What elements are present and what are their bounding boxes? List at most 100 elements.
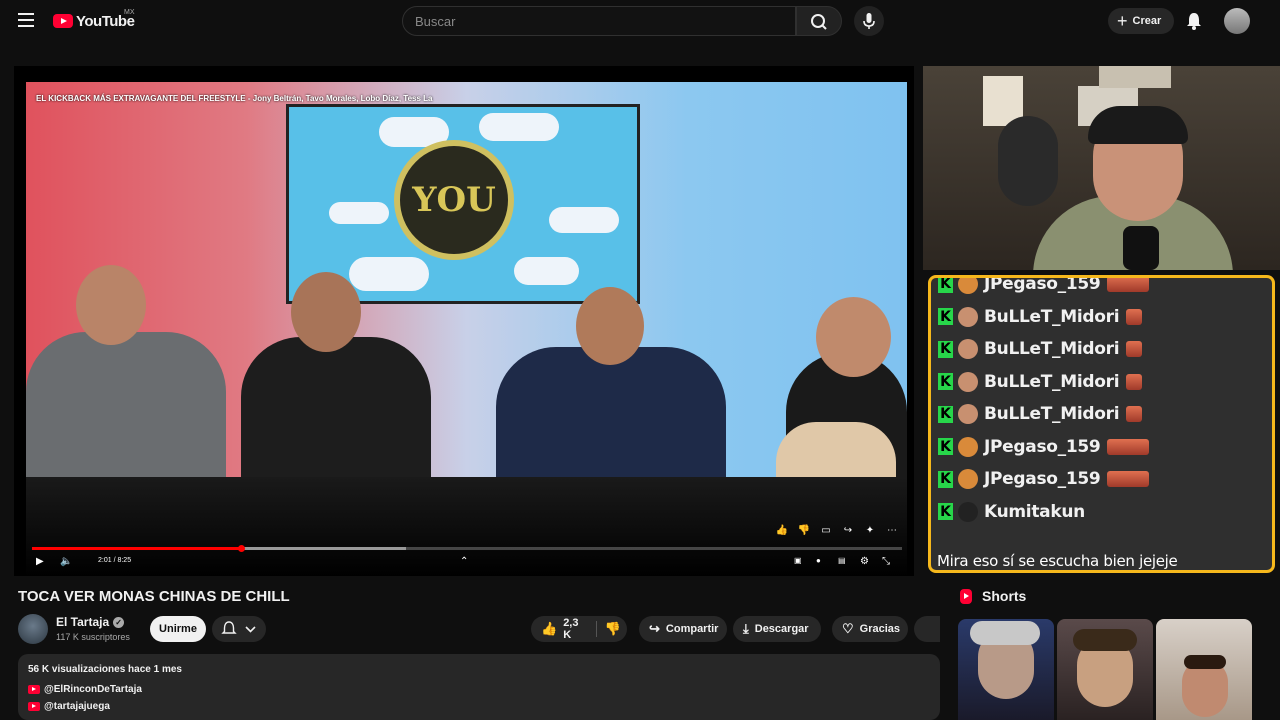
top-bar: YouTube MX + Crear <box>0 0 1280 42</box>
share-icon: ↪ <box>649 621 660 636</box>
youtube-logo[interactable]: YouTube MX <box>53 9 135 31</box>
progress-bar[interactable] <box>32 545 902 552</box>
youtube-icon <box>28 702 40 711</box>
view-count-and-date: 56 K visualizaciones hace 1 mes <box>28 664 182 675</box>
autoplay-icon[interactable]: ● <box>816 556 821 565</box>
chat-username: BuLLeT_Midori <box>984 371 1120 392</box>
bell-icon <box>1187 13 1201 30</box>
person-2 <box>241 337 431 497</box>
video-player[interactable]: YOU EL KICKBACK MÁS EXTRAVAGANTE DEL FRE… <box>14 66 914 576</box>
microphone-icon <box>863 13 875 29</box>
chat-user-avatar <box>958 469 978 489</box>
volume-icon[interactable]: 🔈 <box>60 556 72 567</box>
miniplayer-icon[interactable]: ▤ <box>838 556 846 565</box>
shorts-icon <box>960 588 972 604</box>
chat-row: K Kumitakun <box>938 500 1085 524</box>
person-3 <box>496 347 726 497</box>
time-display: 2:01 / 8:25 <box>98 557 132 564</box>
chat-user-avatar <box>958 306 978 327</box>
download-icon: ⤓ <box>743 621 749 636</box>
youtube-icon <box>28 685 40 694</box>
notifications-button[interactable] <box>1185 11 1203 31</box>
kick-badge-icon: K <box>938 438 953 455</box>
sparkle-icon[interactable]: ✦ <box>864 524 876 536</box>
settings-icon[interactable]: ⚙ <box>860 556 869 567</box>
chat-username: JPegaso_159 <box>984 275 1101 294</box>
more-icon[interactable]: ⋯ <box>886 524 898 536</box>
chat-username: BuLLeT_Midori <box>984 339 1120 359</box>
channel-avatar[interactable] <box>18 614 48 644</box>
account-avatar[interactable] <box>1224 8 1250 34</box>
stream-chat-overlay: K JPegaso_159 K BuLLeT_Midori K BuLLeT_Midori… <box>928 275 1275 573</box>
join-button[interactable]: Unirme <box>150 616 206 642</box>
chat-row: K JPegaso_159 <box>938 467 1150 491</box>
chat-user-avatar <box>958 436 978 457</box>
chat-row: K BuLLeT_Midori <box>938 370 1143 394</box>
heart-dollar-icon: ♡ <box>842 621 854 636</box>
chat-emote-icon <box>1107 278 1150 292</box>
chat-username: BuLLeT_Midori <box>984 404 1120 424</box>
comment-icon[interactable]: ▭ <box>820 524 832 536</box>
bell-icon <box>221 621 256 634</box>
create-button[interactable]: + Crear <box>1108 8 1174 34</box>
country-code: MX <box>124 9 135 16</box>
chat-row: K JPegaso_159 <box>938 435 1150 459</box>
scrubber-handle[interactable] <box>237 545 245 552</box>
search-box <box>402 6 796 36</box>
kick-badge-icon: K <box>938 503 953 520</box>
description-link-2[interactable]: @tartajajuega <box>28 701 110 712</box>
short-thumbnail[interactable] <box>1156 619 1252 720</box>
search-icon <box>811 14 827 30</box>
share-icon[interactable]: ↪ <box>842 524 854 536</box>
chat-emote-icon <box>1126 406 1143 422</box>
thanks-button[interactable]: ♡ Gracias <box>832 616 908 642</box>
short-thumbnail[interactable] <box>1057 619 1153 720</box>
play-icon[interactable]: ▶ <box>36 556 44 567</box>
chat-emote-icon <box>1126 341 1143 357</box>
search-input[interactable] <box>403 7 795 35</box>
shorts-header: Shorts <box>960 588 1026 604</box>
like-count[interactable]: 2,3 K <box>563 617 588 641</box>
subtitles-icon[interactable]: ▣ <box>794 556 802 565</box>
chat-user-avatar <box>958 339 978 359</box>
chat-row: K JPegaso_159 <box>938 275 1150 296</box>
channel-name[interactable]: El Tartaja ✓ <box>56 615 125 629</box>
chevron-up-icon[interactable]: ⌃ <box>460 556 468 567</box>
like-dislike-group: 👍 2,3 K 👎 <box>531 616 627 642</box>
streamer-webcam <box>923 66 1280 270</box>
chat-emote-icon <box>1126 373 1143 390</box>
like-icon[interactable]: 👍 <box>776 524 788 536</box>
chat-emote-icon <box>1126 308 1143 325</box>
tv-logo: YOU <box>394 140 514 260</box>
kick-badge-icon: K <box>938 308 953 325</box>
chat-user-avatar <box>958 371 978 392</box>
like-icon[interactable]: 👍 <box>541 621 557 637</box>
voice-search-button[interactable] <box>854 6 884 36</box>
short-thumbnail[interactable] <box>958 619 1054 720</box>
menu-icon[interactable] <box>18 13 34 27</box>
chat-emote-icon <box>1107 471 1150 487</box>
chat-row: K BuLLeT_Midori <box>938 337 1143 361</box>
chat-message-text: Mira eso sí se escucha bien jejeje <box>937 552 1178 570</box>
video-overlay-title: EL KICKBACK MÁS EXTRAVAGANTE DEL FREESTY… <box>36 94 433 103</box>
description-link-1[interactable]: @ElRinconDeTartaja <box>28 684 142 695</box>
search-button[interactable] <box>796 6 842 36</box>
subscriber-count: 117 K suscriptores <box>56 632 130 642</box>
overlay-actions: 👍 👎 ▭ ↪ ✦ ⋯ <box>776 524 898 536</box>
dislike-icon[interactable]: 👎 <box>798 524 810 536</box>
chat-username: Kumitakun <box>984 501 1085 522</box>
chat-row: K BuLLeT_Midori <box>938 305 1143 329</box>
chat-username: JPegaso_159 <box>984 436 1101 457</box>
chat-user-avatar <box>958 404 978 424</box>
video-frame: YOU <box>26 82 907 576</box>
kick-badge-icon: K <box>938 278 953 293</box>
share-button[interactable]: ↪ Compartir <box>639 616 727 642</box>
video-title: TOCA VER MONAS CHINAS DE CHILL <box>18 588 290 605</box>
chat-username: BuLLeT_Midori <box>984 306 1120 327</box>
download-button[interactable]: ⤓ Descargar <box>733 616 821 642</box>
more-actions-button[interactable] <box>914 616 940 642</box>
description-box[interactable]: 56 K visualizaciones hace 1 mes @ElRinco… <box>18 654 940 720</box>
fullscreen-exit-icon[interactable]: ⤡ <box>882 556 890 567</box>
dislike-icon[interactable]: 👎 <box>605 621 621 637</box>
subscription-bell-button[interactable] <box>212 616 266 642</box>
